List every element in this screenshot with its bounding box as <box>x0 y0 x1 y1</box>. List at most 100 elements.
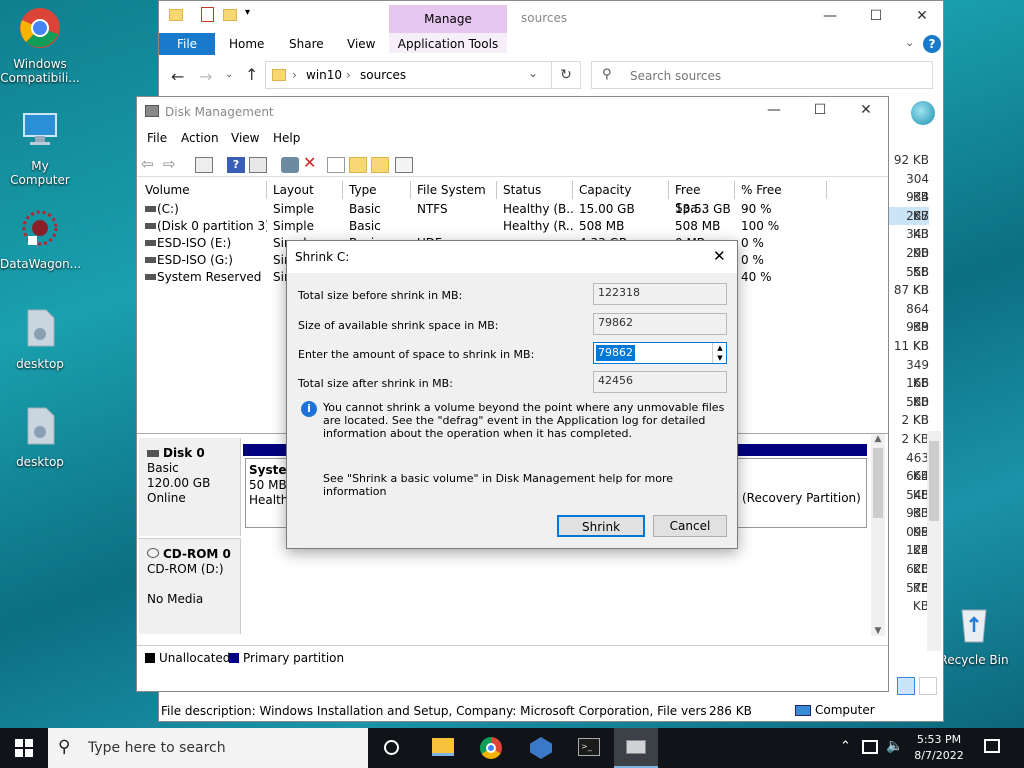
network-app-taskbar-icon[interactable] <box>530 737 552 759</box>
disk-0-info[interactable]: Disk 0 Basic 120.00 GB Online <box>139 438 241 536</box>
disk-map-scrollbar[interactable]: ▲ ▼ <box>871 434 885 636</box>
cell-capacity: 15.00 GB <box>579 202 635 216</box>
desktop-icon-chrome[interactable]: Windows Compatibili... <box>0 6 80 85</box>
scroll-up-icon[interactable]: ▲ <box>871 434 885 444</box>
checklist-icon[interactable] <box>327 157 345 173</box>
column-header-percent-free[interactable]: % Free <box>735 181 827 199</box>
network-icon[interactable] <box>862 740 878 754</box>
spin-down-icon[interactable]: ▼ <box>712 353 727 363</box>
back-icon[interactable]: ⇦ <box>141 155 159 173</box>
command-prompt-taskbar-icon[interactable]: >_ <box>578 738 600 756</box>
desktop-icon-desktop-2[interactable]: desktop <box>0 404 80 469</box>
shrink-dialog[interactable]: Shrink C: ✕ Total size before shrink in … <box>286 240 738 549</box>
minimize-button[interactable]: — <box>751 95 797 125</box>
scrollbar-thumb[interactable] <box>929 441 939 521</box>
tab-share[interactable]: Share <box>289 33 324 55</box>
scroll-down-icon[interactable]: ▼ <box>871 626 885 636</box>
total-after-value: 42456 <box>593 371 727 393</box>
shrink-amount-stepper[interactable]: 79862 ▲ ▼ <box>593 342 727 364</box>
details-view-icon[interactable] <box>897 677 915 695</box>
cell-layout: Simple <box>273 202 314 216</box>
help-icon[interactable]: ? <box>227 157 245 173</box>
shrink-button[interactable]: Shrink <box>557 515 645 537</box>
spin-up-icon[interactable]: ▲ <box>712 343 727 353</box>
search-input[interactable]: ⚲ Search sources <box>591 61 933 89</box>
list-view-icon[interactable] <box>395 157 413 173</box>
import-icon[interactable] <box>349 157 367 173</box>
notification-icon[interactable] <box>984 739 1000 753</box>
tab-view[interactable]: View <box>347 33 375 55</box>
start-button[interactable] <box>0 728 48 768</box>
close-button[interactable]: ✕ <box>899 1 945 31</box>
table-row[interactable]: (C:) Simple Basic NTFS Healthy (B... 15.00 GB… <box>139 201 879 218</box>
forward-icon[interactable]: → <box>199 67 212 86</box>
partition-recovery-label: (Recovery Partition) <box>742 491 861 505</box>
breadcrumb-sources[interactable]: sources <box>360 68 406 82</box>
datawagon-icon <box>22 210 58 246</box>
partition-recovery[interactable]: (Recovery Partition) <box>737 458 867 528</box>
table-row[interactable]: (Disk 0 partition 3) Simple Basic Healthy (… <box>139 218 879 235</box>
tab-file[interactable]: File <box>159 33 215 55</box>
manage-tab-header[interactable]: Manage <box>389 5 507 33</box>
desktop-icon-my-computer[interactable]: My Computer <box>0 108 80 187</box>
file-explorer-taskbar-icon[interactable] <box>432 738 454 756</box>
delete-icon[interactable]: ✕ <box>303 153 321 172</box>
scrollbar-thumb[interactable] <box>873 448 883 518</box>
chrome-taskbar-icon[interactable] <box>480 737 502 759</box>
disk-management-taskbar-icon[interactable] <box>614 728 658 768</box>
column-header-status[interactable]: Status <box>497 181 573 199</box>
tab-application-tools[interactable]: Application Tools <box>389 33 507 55</box>
back-icon[interactable]: ← <box>171 67 184 86</box>
desktop-icon-datawagon[interactable]: DataWagon... <box>0 206 81 271</box>
ribbon-expand-icon[interactable]: ⌄ <box>905 36 914 49</box>
column-header-layout[interactable]: Layout <box>267 181 343 199</box>
column-header-capacity[interactable]: Capacity <box>573 181 669 199</box>
help-icon[interactable]: ? <box>923 35 941 53</box>
minimize-button[interactable]: — <box>807 1 853 31</box>
properties-icon[interactable] <box>201 7 214 22</box>
recent-icon[interactable]: ⌄ <box>225 69 233 80</box>
breadcrumb-win10[interactable]: win10 <box>306 68 342 82</box>
cancel-button[interactable]: Cancel <box>653 515 727 537</box>
show-hidden-icons-icon[interactable]: ⌃ <box>840 739 851 754</box>
menu-action[interactable]: Action <box>181 131 219 145</box>
maximize-button[interactable]: ☐ <box>853 1 899 31</box>
column-header-volume[interactable]: Volume <box>139 181 267 199</box>
cell-volume: ESD-ISO (G:) <box>157 253 233 267</box>
column-header-file-system[interactable]: File System <box>411 181 497 199</box>
menu-help[interactable]: Help <box>273 131 300 145</box>
address-bar[interactable]: › win10 › sources ⌄ <box>265 61 581 89</box>
search-icon[interactable] <box>371 157 389 173</box>
customize-toolbar-icon[interactable]: ▾ <box>245 7 250 18</box>
desktop-icon-desktop-1[interactable]: desktop <box>0 306 80 371</box>
clock[interactable]: 5:53 PM 8/7/2022 <box>912 732 966 764</box>
shrink-amount-input[interactable]: 79862 <box>596 345 635 361</box>
maximize-button[interactable]: ☐ <box>797 95 843 125</box>
properties-icon[interactable] <box>249 157 267 173</box>
connect-icon[interactable] <box>281 157 299 173</box>
desktop-icon-recycle-bin[interactable]: Recycle Bin <box>934 602 1014 667</box>
column-header-free-space[interactable]: Free Spa... <box>669 181 735 215</box>
window-title: sources <box>521 11 568 25</box>
column-header-type[interactable]: Type <box>343 181 411 199</box>
refresh-button[interactable]: ↻ <box>551 61 581 89</box>
up-icon[interactable]: ↑ <box>245 65 258 84</box>
menu-view[interactable]: View <box>231 131 259 145</box>
volume-icon[interactable]: 🔈 <box>886 738 903 754</box>
show-hide-console-icon[interactable] <box>195 157 213 173</box>
large-icons-view-icon[interactable] <box>919 677 937 695</box>
cdrom-0-info[interactable]: CD-ROM 0 CD-ROM (D:) No Media <box>139 538 241 634</box>
new-folder-icon[interactable] <box>223 9 237 21</box>
vertical-scrollbar[interactable] <box>927 431 941 651</box>
globe-icon[interactable] <box>911 101 935 125</box>
tab-home[interactable]: Home <box>229 33 264 55</box>
close-button[interactable]: ✕ <box>713 247 726 265</box>
menu-file[interactable]: File <box>147 131 167 145</box>
task-view-icon[interactable] <box>384 740 399 755</box>
address-dropdown-icon[interactable]: ⌄ <box>528 66 538 80</box>
folder-icon[interactable] <box>169 9 183 21</box>
forward-icon[interactable]: ⇨ <box>163 155 181 173</box>
file-size-cell: 124 KB <box>906 543 929 577</box>
taskbar-search-box[interactable]: ⚲ Type here to search <box>48 728 368 768</box>
close-button[interactable]: ✕ <box>843 95 889 125</box>
